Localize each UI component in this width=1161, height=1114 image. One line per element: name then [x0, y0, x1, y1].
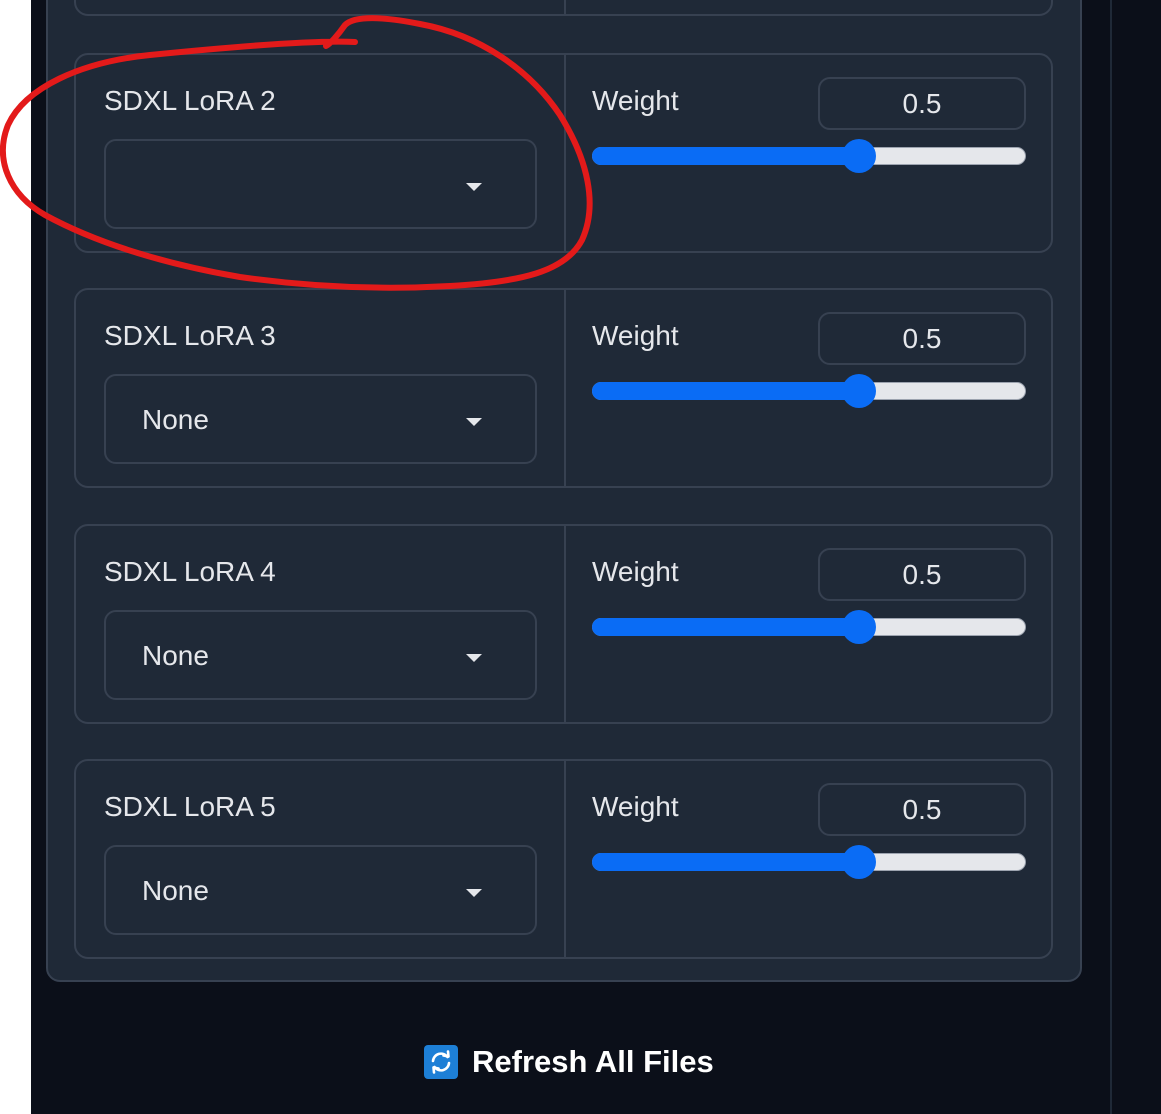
row-divider: [564, 55, 566, 251]
lora-2-dropdown[interactable]: [104, 139, 537, 229]
right-scroll-strip: [1110, 0, 1161, 1114]
slider-fill: [592, 853, 859, 871]
lora-row-previous: [74, 0, 1053, 16]
refresh-all-files-button[interactable]: Refresh All Files: [424, 1040, 714, 1084]
lora-5-dropdown[interactable]: None: [104, 845, 537, 935]
row-divider: [564, 761, 566, 957]
lora-4-dropdown[interactable]: None: [104, 610, 537, 700]
lora-3-dropdown[interactable]: None: [104, 374, 537, 464]
slider-thumb[interactable]: [841, 610, 876, 644]
slider-thumb[interactable]: [841, 139, 876, 173]
refresh-icon: [424, 1045, 458, 1079]
lora-3-weight-input[interactable]: 0.5: [818, 312, 1026, 365]
lora-label: SDXL LoRA 4: [104, 556, 276, 587]
lora-row-4: SDXL LoRA 4 None Weight 0.5: [74, 524, 1053, 724]
refresh-label: Refresh All Files: [472, 1044, 714, 1079]
row-divider: [564, 0, 566, 14]
lora-2-weight-input[interactable]: 0.5: [818, 77, 1026, 130]
lora-row-2: SDXL LoRA 2 Weight 0.5: [74, 53, 1053, 253]
weight-label: Weight: [592, 556, 679, 587]
lora-4-weight-slider[interactable]: [592, 610, 1026, 644]
slider-fill: [592, 618, 859, 636]
row-divider: [564, 526, 566, 722]
lora-label: SDXL LoRA 2: [104, 85, 276, 116]
caret-down-icon: [466, 183, 482, 191]
slider-thumb[interactable]: [841, 845, 876, 879]
dropdown-value: None: [142, 875, 209, 906]
lora-4-weight-input[interactable]: 0.5: [818, 548, 1026, 601]
lora-label: SDXL LoRA 5: [104, 791, 276, 822]
lora-row-3: SDXL LoRA 3 None Weight 0.5: [74, 288, 1053, 488]
caret-down-icon: [466, 889, 482, 897]
slider-fill: [592, 147, 859, 165]
lora-5-weight-input[interactable]: 0.5: [818, 783, 1026, 836]
lora-5-weight-slider[interactable]: [592, 845, 1026, 879]
weight-label: Weight: [592, 791, 679, 822]
lora-3-weight-slider[interactable]: [592, 374, 1026, 408]
row-divider: [564, 290, 566, 486]
dropdown-value: None: [142, 640, 209, 671]
lora-label: SDXL LoRA 3: [104, 320, 276, 351]
lora-row-5: SDXL LoRA 5 None Weight 0.5: [74, 759, 1053, 959]
slider-fill: [592, 382, 859, 400]
caret-down-icon: [466, 418, 482, 426]
weight-label: Weight: [592, 320, 679, 351]
weight-label: Weight: [592, 85, 679, 116]
slider-thumb[interactable]: [841, 374, 876, 408]
caret-down-icon: [466, 654, 482, 662]
lora-2-weight-slider[interactable]: [592, 139, 1026, 173]
dropdown-value: None: [142, 404, 209, 435]
